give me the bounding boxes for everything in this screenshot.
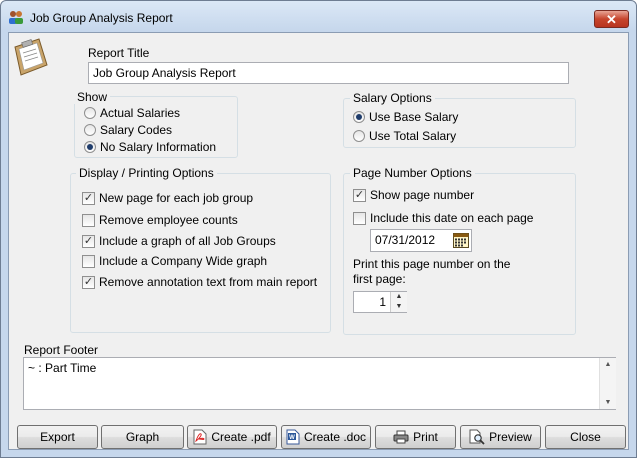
export-button[interactable]: Export <box>17 425 98 449</box>
checkbox-label: Include a graph of all Job Groups <box>99 234 276 248</box>
show-no-salary-radio[interactable]: No Salary Information <box>84 140 216 154</box>
radio-label: Actual Salaries <box>100 106 181 120</box>
report-title-input[interactable]: Job Group Analysis Report <box>88 62 569 84</box>
include-job-groups-graph-checkbox[interactable]: ✓ Include a graph of all Job Groups <box>82 234 276 248</box>
graph-button-label: Graph <box>125 430 160 444</box>
report-title-label: Report Title <box>88 46 150 60</box>
window-close-button[interactable]: ✕ <box>594 10 629 28</box>
checkbox-checked-icon: ✓ <box>82 191 95 205</box>
preview-magnifier-icon <box>469 429 485 445</box>
show-group-label: Show <box>74 90 111 104</box>
date-value: 07/31/2012 <box>375 233 436 247</box>
create-doc-button[interactable]: W Create .doc <box>281 425 371 449</box>
printer-icon <box>393 430 409 444</box>
scroll-down-icon[interactable]: ▼ <box>600 399 616 406</box>
show-actual-salaries-radio[interactable]: Actual Salaries <box>84 106 180 120</box>
remove-annotation-text-checkbox[interactable]: ✓ Remove annotation text from main repor… <box>82 275 317 289</box>
export-button-label: Export <box>40 430 75 444</box>
checkbox-checked-icon: ✓ <box>82 234 95 248</box>
svg-text:W: W <box>289 435 295 441</box>
app-people-icon <box>9 11 23 24</box>
radio-icon <box>353 130 365 142</box>
include-date-checkbox[interactable]: Include this date on each page <box>353 211 533 225</box>
checkbox-icon <box>353 211 366 225</box>
close-button-label: Close <box>570 430 601 444</box>
graph-button[interactable]: Graph <box>101 425 184 449</box>
checkbox-label: Include a Company Wide graph <box>99 254 268 268</box>
footer-scrollbar[interactable]: ▲ ▼ <box>599 358 616 409</box>
radio-label: No Salary Information <box>100 140 217 154</box>
radio-icon <box>84 124 96 136</box>
word-doc-icon: W <box>286 429 300 445</box>
report-footer-text: ~ : Part Time <box>28 361 97 375</box>
scroll-up-icon[interactable]: ▲ <box>600 361 616 368</box>
create-pdf-button[interactable]: Create .pdf <box>187 425 277 449</box>
first-page-label-line2: first page: <box>353 272 406 286</box>
print-button[interactable]: Print <box>375 425 456 449</box>
window-title: Job Group Analysis Report <box>30 11 173 25</box>
preview-label: Preview <box>489 430 532 444</box>
remove-employee-counts-checkbox[interactable]: Remove employee counts <box>82 213 238 227</box>
new-page-per-job-group-checkbox[interactable]: ✓ New page for each job group <box>82 191 253 205</box>
checkbox-checked-icon: ✓ <box>353 188 366 202</box>
dialog-body: Report Title Job Group Analysis Report S… <box>8 32 629 450</box>
display-printing-label: Display / Printing Options <box>76 166 217 180</box>
page-number-label: Page Number Options <box>350 166 475 180</box>
radio-label: Salary Codes <box>100 123 173 137</box>
radio-label: Use Base Salary <box>369 110 459 124</box>
checkbox-checked-icon: ✓ <box>82 275 95 289</box>
pdf-icon <box>193 429 207 445</box>
stepper-down-icon[interactable]: ▼ <box>390 302 407 312</box>
radio-label: Use Total Salary <box>369 129 457 143</box>
checkbox-label: Remove employee counts <box>99 213 238 227</box>
checkbox-label: Remove annotation text from main report <box>99 275 318 289</box>
preview-button[interactable]: Preview <box>460 425 541 449</box>
report-footer-label: Report Footer <box>24 343 99 357</box>
report-window: Job Group Analysis Report ✕ Report Title… <box>0 0 637 458</box>
first-page-number-value: 1 <box>379 295 386 309</box>
radio-selected-icon <box>84 141 96 153</box>
print-label: Print <box>413 430 438 444</box>
first-page-label-line1: Print this page number on the <box>353 257 511 271</box>
use-base-salary-radio[interactable]: Use Base Salary <box>353 110 458 124</box>
checkbox-label: New page for each job group <box>99 191 254 205</box>
radio-icon <box>84 107 96 119</box>
checkbox-label: Include this date on each page <box>370 211 534 225</box>
checkbox-icon <box>82 213 95 227</box>
radio-selected-icon <box>353 111 365 123</box>
clipboard-icon <box>14 38 48 76</box>
checkbox-label: Show page number <box>370 188 475 202</box>
title-bar[interactable]: Job Group Analysis Report ✕ <box>1 1 636 33</box>
show-salary-codes-radio[interactable]: Salary Codes <box>84 123 172 137</box>
include-company-wide-graph-checkbox[interactable]: Include a Company Wide graph <box>82 254 267 268</box>
use-total-salary-radio[interactable]: Use Total Salary <box>353 129 456 143</box>
show-page-number-checkbox[interactable]: ✓ Show page number <box>353 188 474 202</box>
create-pdf-label: Create .pdf <box>211 430 271 444</box>
close-button[interactable]: Close <box>545 425 626 449</box>
create-doc-label: Create .doc <box>303 430 367 444</box>
salary-options-label: Salary Options <box>350 91 435 105</box>
checkbox-icon <box>82 254 95 268</box>
report-footer-textarea[interactable]: ~ : Part Time <box>23 357 616 410</box>
calendar-icon[interactable] <box>453 232 469 248</box>
stepper-up-icon[interactable]: ▲ <box>390 292 407 302</box>
